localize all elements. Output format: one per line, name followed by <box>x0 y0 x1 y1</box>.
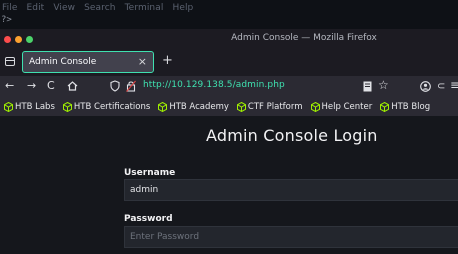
menu-help[interactable]: Help <box>172 3 193 13</box>
shield-icon[interactable] <box>110 80 120 92</box>
back-icon[interactable]: ← <box>5 79 14 93</box>
bookmark-label: HTB Blog <box>391 101 431 112</box>
window-titlebar: Admin Console — Mozilla Firefox <box>0 29 458 49</box>
htb-cube-icon <box>4 101 13 112</box>
navigation-toolbar: ← → C http://10.129.138.5/admin.php ☆ ⊂ … <box>0 76 458 97</box>
bookmark-ctf-platform[interactable]: CTF Platform <box>236 101 303 112</box>
tab-close-icon[interactable]: × <box>138 55 147 68</box>
tab-bar: Admin Console × + <box>0 49 458 76</box>
window-title: Admin Console — Mozilla Firefox <box>231 33 377 43</box>
password-label: Password <box>124 214 173 224</box>
page-title: Admin Console Login <box>206 126 378 145</box>
reload-icon[interactable]: C <box>47 79 55 93</box>
extensions-icon[interactable]: ⊂ <box>437 80 445 94</box>
url-bar[interactable]: http://10.129.138.5/admin.php <box>143 80 285 90</box>
bookmark-htb-labs[interactable]: HTB Labs <box>4 101 55 112</box>
tab-title: Admin Console <box>29 57 97 67</box>
username-label: Username <box>124 168 176 178</box>
forward-icon[interactable]: → <box>27 79 36 93</box>
username-input[interactable] <box>124 179 458 201</box>
insecure-lock-icon[interactable] <box>126 80 136 92</box>
htb-cube-icon <box>380 101 390 112</box>
bookmark-label: HTB Labs <box>15 101 55 112</box>
terminal-prompt: ?> <box>1 15 12 25</box>
password-input[interactable] <box>124 226 458 248</box>
tab-list-icon[interactable] <box>5 57 15 66</box>
menu-search[interactable]: Search <box>84 3 116 13</box>
htb-cube-icon <box>310 101 320 112</box>
account-icon[interactable] <box>420 81 431 92</box>
htb-cube-icon <box>236 101 246 112</box>
htb-cube-icon <box>62 101 72 112</box>
bookmark-htb-certifications[interactable]: HTB Certifications <box>62 101 151 112</box>
menu-edit[interactable]: Edit <box>26 3 44 13</box>
menu-icon[interactable]: ≡ <box>450 78 458 92</box>
bookmark-label: HTB Academy <box>169 101 229 112</box>
bookmark-label: CTF Platform <box>247 101 303 112</box>
screen: File Edit View Search Terminal Help ?> A… <box>0 0 458 254</box>
bookmark-star-icon[interactable]: ☆ <box>378 78 389 92</box>
new-tab-button[interactable]: + <box>162 53 173 68</box>
reader-view-icon[interactable] <box>363 81 372 92</box>
menu-terminal[interactable]: Terminal <box>125 3 164 13</box>
home-icon[interactable] <box>67 81 78 91</box>
htb-cube-icon <box>158 101 168 112</box>
page-content: Admin Console Login Username Password <box>0 116 458 254</box>
terminal-prompt-line: ?> <box>0 15 458 29</box>
bookmarks-toolbar: HTB Labs HTB Certifications HTB Academy … <box>0 97 458 116</box>
menu-view[interactable]: View <box>53 3 75 13</box>
terminal-menubar: File Edit View Search Terminal Help <box>0 0 458 15</box>
bookmark-help-center[interactable]: Help Center <box>310 101 373 112</box>
tab-admin-console[interactable]: Admin Console × <box>22 51 154 73</box>
bookmark-label: HTB Certifications <box>73 101 151 112</box>
bookmark-htb-academy[interactable]: HTB Academy <box>158 101 229 112</box>
bookmark-htb-blog[interactable]: HTB Blog <box>380 101 431 112</box>
bookmark-label: Help Center <box>321 101 373 112</box>
menu-file[interactable]: File <box>2 3 17 13</box>
